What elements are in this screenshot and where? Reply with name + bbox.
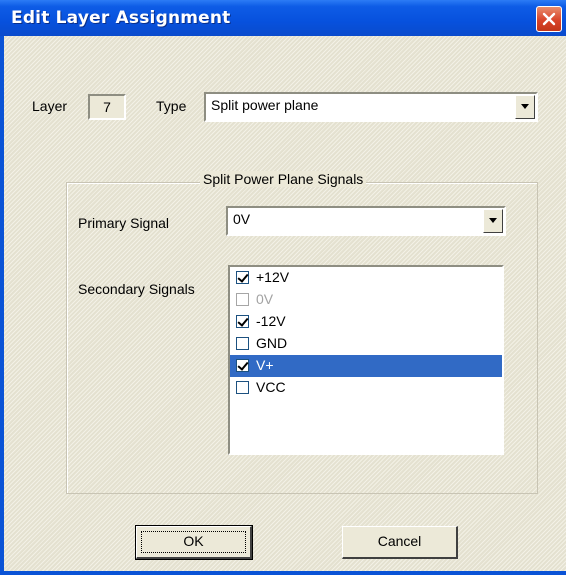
checkbox-checked[interactable] bbox=[236, 315, 249, 328]
list-item-selected[interactable]: V+ bbox=[230, 355, 502, 377]
group-title: Split Power Plane Signals bbox=[200, 171, 367, 187]
layer-number-value: 7 bbox=[103, 99, 111, 115]
secondary-signals-list[interactable]: +12V 0V -12V GND V+ VCC bbox=[228, 265, 504, 455]
primary-signal-dropdown[interactable]: 0V bbox=[226, 206, 506, 236]
checkbox-unchecked[interactable] bbox=[236, 337, 249, 350]
primary-signal-label: Primary Signal bbox=[78, 215, 170, 231]
type-dropdown[interactable]: Split power plane bbox=[204, 92, 538, 122]
list-item[interactable]: -12V bbox=[230, 311, 502, 333]
list-item[interactable]: GND bbox=[230, 333, 502, 355]
title-bar[interactable]: Edit Layer Assignment bbox=[0, 0, 566, 36]
primary-signal-dropdown-arrow-icon[interactable] bbox=[483, 209, 503, 233]
layer-number-field: 7 bbox=[88, 94, 126, 120]
close-button[interactable] bbox=[536, 6, 562, 32]
list-item-label: -12V bbox=[256, 313, 286, 329]
list-item-label: V+ bbox=[256, 357, 274, 373]
cancel-button-label: Cancel bbox=[377, 533, 422, 549]
list-item-label: GND bbox=[256, 335, 288, 351]
checkbox-disabled bbox=[236, 293, 249, 306]
secondary-signals-label: Secondary Signals bbox=[78, 281, 195, 297]
dialog-body: Layer 7 Type Split power plane Split Pow… bbox=[4, 36, 566, 571]
dialog-title: Edit Layer Assignment bbox=[11, 8, 231, 28]
cancel-button[interactable]: Cancel bbox=[342, 526, 458, 559]
checkbox-checked[interactable] bbox=[236, 359, 249, 372]
type-label: Type bbox=[156, 98, 187, 114]
close-icon bbox=[542, 12, 556, 26]
primary-signal-value: 0V bbox=[233, 211, 251, 227]
list-item: 0V bbox=[230, 289, 502, 311]
checkbox-checked[interactable] bbox=[236, 271, 249, 284]
focus-ring bbox=[141, 531, 246, 553]
list-item-label: VCC bbox=[256, 379, 286, 395]
list-item[interactable]: +12V bbox=[230, 267, 502, 289]
list-item[interactable]: VCC bbox=[230, 377, 502, 399]
type-dropdown-value: Split power plane bbox=[211, 97, 319, 113]
edit-layer-assignment-dialog: Edit Layer Assignment Layer 7 Type Split… bbox=[0, 0, 566, 575]
ok-button[interactable]: OK bbox=[135, 525, 253, 560]
list-item-label: 0V bbox=[256, 291, 274, 307]
type-dropdown-arrow-icon[interactable] bbox=[515, 95, 535, 119]
list-item-label: +12V bbox=[256, 269, 290, 285]
checkbox-unchecked[interactable] bbox=[236, 381, 249, 394]
layer-label: Layer bbox=[32, 98, 68, 114]
